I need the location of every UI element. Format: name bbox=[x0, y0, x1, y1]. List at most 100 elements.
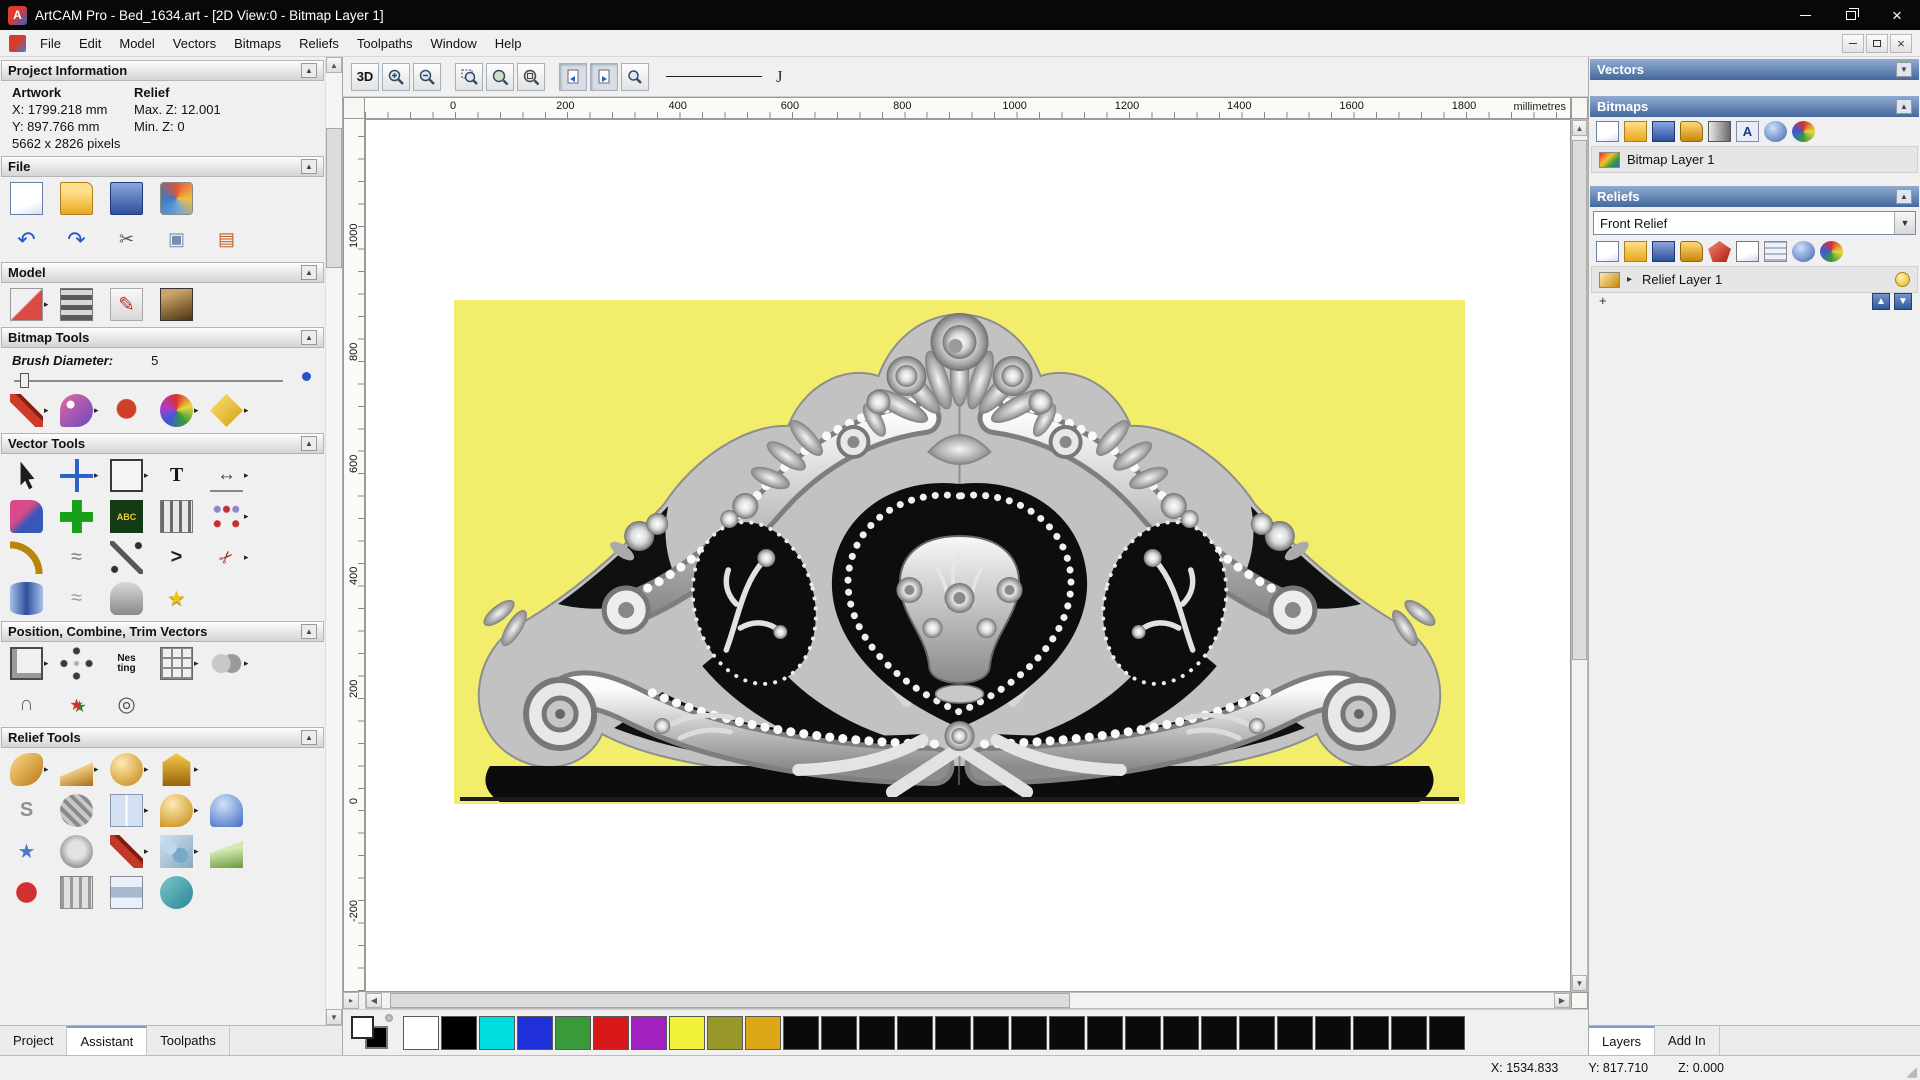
create-cross-icon[interactable] bbox=[60, 500, 101, 533]
merge-bitmap-icon[interactable] bbox=[1680, 121, 1703, 142]
palette-swatch[interactable] bbox=[1315, 1015, 1351, 1050]
block-array-icon[interactable]: ▸ bbox=[160, 647, 201, 680]
palette-swatch[interactable] bbox=[897, 1015, 933, 1050]
save-bitmap-icon[interactable] bbox=[1652, 121, 1675, 142]
brush-diameter-slider[interactable] bbox=[12, 371, 313, 389]
zoom-objects-button[interactable] bbox=[486, 62, 514, 91]
face-wizard-icon[interactable] bbox=[60, 835, 101, 868]
palette-swatch[interactable] bbox=[973, 1015, 1009, 1050]
scale-relief-icon[interactable] bbox=[1708, 241, 1731, 262]
expand-layer-icon[interactable]: ▸ bbox=[1627, 274, 1635, 285]
2d-view-canvas[interactable] bbox=[365, 119, 1571, 992]
view-3d-button[interactable]: 3D bbox=[351, 62, 379, 91]
model-wizard-icon[interactable] bbox=[160, 182, 201, 215]
relief-colours-icon[interactable] bbox=[1820, 241, 1843, 262]
palette-swatch[interactable] bbox=[1277, 1015, 1313, 1050]
reset-relief-icon[interactable] bbox=[1764, 241, 1787, 262]
paint-selective-icon[interactable]: ▸ bbox=[60, 394, 101, 427]
delete-bitmap-icon[interactable] bbox=[1764, 121, 1787, 142]
menu-item[interactable]: File bbox=[31, 32, 70, 55]
menu-item[interactable]: Reliefs bbox=[290, 32, 348, 55]
edit-model-icon[interactable]: ✎ bbox=[110, 288, 151, 321]
palette-swatch[interactable] bbox=[1011, 1015, 1047, 1050]
new-bitmap-icon[interactable] bbox=[1596, 121, 1619, 142]
mdi-minimize-button[interactable] bbox=[1842, 33, 1864, 53]
canvas-horizontal-scrollbar[interactable]: ◀ ▶ bbox=[365, 992, 1571, 1009]
slider-track[interactable] bbox=[14, 380, 283, 382]
create-star-icon[interactable]: ★ bbox=[160, 582, 201, 615]
colour-picker-icon[interactable] bbox=[110, 394, 151, 427]
create-cylinder-icon[interactable] bbox=[10, 582, 51, 615]
delete-relief-icon[interactable] bbox=[1792, 241, 1815, 262]
colour-palette-icon[interactable]: ▸ bbox=[160, 394, 201, 427]
collapse-reliefs-button[interactable]: ▲ bbox=[1896, 189, 1912, 204]
mdi-close-button[interactable]: × bbox=[1890, 33, 1912, 53]
palette-swatch[interactable] bbox=[1163, 1015, 1199, 1050]
menu-item[interactable]: Edit bbox=[70, 32, 110, 55]
paint-relief-icon[interactable]: ▸ bbox=[110, 835, 151, 868]
save-model-icon[interactable] bbox=[110, 182, 151, 215]
slice-vectors-icon[interactable]: ∩ bbox=[10, 688, 51, 721]
tab-layers[interactable]: Layers bbox=[1589, 1026, 1656, 1055]
canvas-vertical-scrollbar[interactable]: ▲ ▼ bbox=[1571, 119, 1588, 992]
shape-editor-icon[interactable]: ▸ bbox=[110, 753, 151, 786]
collapse-position-tools-button[interactable]: ▲ bbox=[301, 624, 317, 639]
palette-swatch[interactable] bbox=[1239, 1015, 1275, 1050]
create-text-icon[interactable]: T bbox=[160, 459, 201, 492]
create-rectangle-icon[interactable]: ▸ bbox=[110, 459, 151, 492]
menu-item[interactable]: Bitmaps bbox=[225, 32, 290, 55]
menu-item[interactable]: Model bbox=[110, 32, 163, 55]
model-preview-icon[interactable] bbox=[160, 288, 201, 321]
scroll-left-button[interactable]: ◀ bbox=[366, 993, 382, 1008]
move-layer-up-button[interactable]: ▲ bbox=[1872, 293, 1890, 310]
palette-swatch[interactable] bbox=[821, 1015, 857, 1050]
open-model-icon[interactable] bbox=[60, 182, 101, 215]
copy-icon[interactable]: ▣ bbox=[160, 223, 201, 256]
relief-layer-stack-icon[interactable] bbox=[110, 876, 151, 909]
circular-array-icon[interactable] bbox=[60, 647, 101, 680]
nesting-icon[interactable]: Nes ting bbox=[110, 647, 151, 680]
menu-item[interactable]: Vectors bbox=[164, 32, 225, 55]
paste-along-curve-icon[interactable] bbox=[160, 500, 201, 533]
palette-swatch[interactable] bbox=[1201, 1015, 1237, 1050]
layer-visibility-toggle[interactable] bbox=[1895, 272, 1910, 287]
relief-selector-dropdown[interactable]: Front Relief ▼ bbox=[1593, 211, 1916, 235]
star-relief-icon[interactable]: ★ bbox=[10, 835, 51, 868]
zoom-out-button[interactable] bbox=[413, 62, 441, 91]
paste-icon[interactable]: ▤ bbox=[210, 223, 251, 256]
assistant-scrollbar[interactable]: ▲ ▼ bbox=[325, 57, 342, 1025]
bitmap-colours-icon[interactable] bbox=[1792, 121, 1815, 142]
menu-item[interactable]: Toolpaths bbox=[348, 32, 422, 55]
wrap-text-icon[interactable]: ABC bbox=[110, 500, 151, 533]
transform-vectors-icon[interactable]: ▸ bbox=[60, 459, 101, 492]
node-edit-icon[interactable] bbox=[110, 541, 151, 574]
minimize-button[interactable] bbox=[1782, 0, 1828, 30]
collapse-bitmaps-button[interactable]: ▲ bbox=[1896, 99, 1912, 114]
palette-swatch[interactable] bbox=[555, 1015, 591, 1050]
palette-swatch[interactable] bbox=[1353, 1015, 1389, 1050]
zoom-in-button[interactable] bbox=[382, 62, 410, 91]
distort-vectors-icon[interactable]: ≈ bbox=[60, 582, 101, 615]
open-relief-icon[interactable] bbox=[1624, 241, 1647, 262]
tab-project[interactable]: Project bbox=[0, 1026, 68, 1055]
palette-swatch[interactable] bbox=[707, 1015, 743, 1050]
create-spiral-icon[interactable]: ◎ bbox=[110, 688, 151, 721]
swap-colours-icon[interactable] bbox=[385, 1013, 393, 1022]
scroll-down-button[interactable]: ▼ bbox=[326, 1009, 342, 1025]
sculpt-relief-icon[interactable]: ▸ bbox=[10, 753, 51, 786]
isolate-relief-icon[interactable] bbox=[10, 876, 51, 909]
palette-swatch[interactable] bbox=[441, 1015, 477, 1050]
palette-swatch[interactable] bbox=[517, 1015, 553, 1050]
palette-swatch[interactable] bbox=[593, 1015, 629, 1050]
previous-view-button[interactable] bbox=[559, 62, 587, 91]
scroll-down-button[interactable]: ▼ bbox=[1572, 975, 1587, 991]
palette-swatch[interactable] bbox=[745, 1015, 781, 1050]
interactive-trim-icon[interactable]: ★ bbox=[60, 688, 101, 721]
cut-icon[interactable]: ✂ bbox=[110, 223, 151, 256]
scrollbar-thumb[interactable] bbox=[326, 128, 342, 268]
angled-plane-icon[interactable] bbox=[210, 835, 251, 868]
palette-swatch[interactable] bbox=[783, 1015, 819, 1050]
texture-relief-icon[interactable] bbox=[60, 794, 101, 827]
collapse-model-button[interactable]: ▲ bbox=[301, 265, 317, 280]
measure-icon[interactable]: ↔ ▸ bbox=[210, 459, 251, 492]
